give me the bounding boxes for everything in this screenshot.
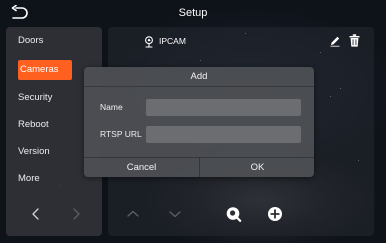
rtsp-url-field[interactable] bbox=[146, 126, 301, 143]
cancel-button[interactable]: Cancel bbox=[84, 158, 199, 177]
sidebar-item-doors[interactable]: Doors bbox=[16, 31, 72, 51]
camera-name: IPCAM bbox=[159, 36, 186, 46]
name-field[interactable] bbox=[146, 99, 301, 116]
list-toolbar bbox=[108, 203, 374, 227]
pencil-icon[interactable] bbox=[329, 35, 341, 47]
dialog-title: Add bbox=[84, 67, 314, 87]
chevron-right-icon[interactable] bbox=[66, 204, 86, 224]
sidebar-item-reboot[interactable]: Reboot bbox=[16, 115, 72, 135]
sidebar-item-more[interactable]: More bbox=[16, 169, 72, 189]
trash-icon[interactable] bbox=[349, 34, 360, 47]
sidebar-item-cameras[interactable]: Cameras bbox=[18, 60, 72, 80]
list-item[interactable]: IPCAM bbox=[108, 27, 374, 55]
ok-button[interactable]: OK bbox=[200, 158, 314, 177]
chevron-down-icon[interactable] bbox=[166, 205, 184, 223]
sidebar-item-security[interactable]: Security bbox=[16, 88, 72, 108]
chevron-up-icon[interactable] bbox=[124, 205, 142, 223]
search-icon[interactable] bbox=[225, 205, 243, 223]
page-title: Setup bbox=[178, 7, 208, 19]
chevron-left-icon[interactable] bbox=[26, 204, 46, 224]
name-label: Name bbox=[100, 102, 123, 112]
camera-icon bbox=[145, 36, 153, 48]
rtsp-url-label: RTSP URL bbox=[100, 129, 142, 139]
add-camera-dialog: Add Name RTSP URL Cancel OK bbox=[84, 67, 314, 177]
sidebar-item-version[interactable]: Version bbox=[16, 142, 72, 162]
add-icon[interactable] bbox=[266, 205, 284, 223]
header-bar: Setup bbox=[0, 0, 386, 27]
dialog-actions: Cancel OK bbox=[84, 157, 314, 177]
